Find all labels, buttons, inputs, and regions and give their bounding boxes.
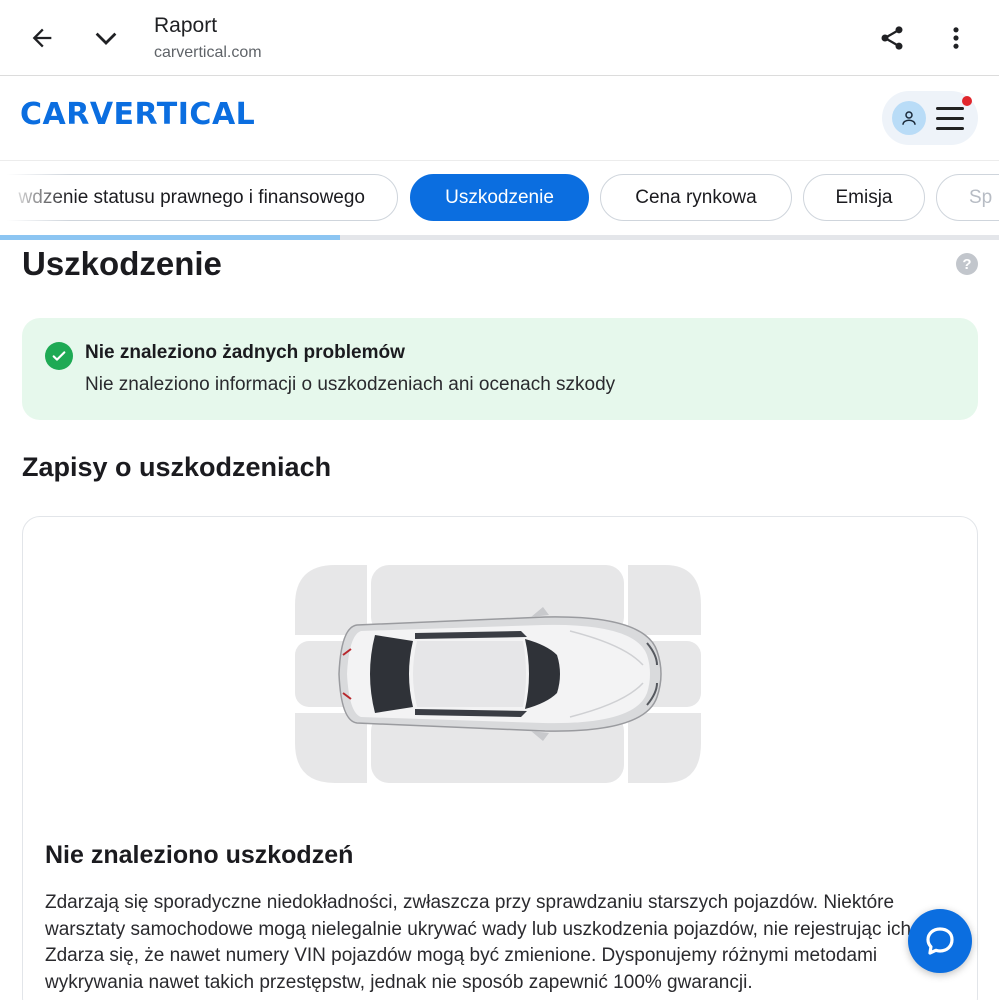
share-icon[interactable] [872,18,912,58]
alert-text: Nie znaleziono informacji o uszkodzeniac… [85,374,616,395]
browser-url[interactable]: carvertical.com [154,44,262,62]
help-icon[interactable]: ? [956,253,978,275]
back-arrow-icon[interactable] [22,18,62,58]
chevron-down-icon[interactable] [86,18,126,58]
scroll-progress-fill [0,235,340,240]
damage-records-card: Nie znaleziono uszkodzeń Zdarzają się sp… [22,516,978,1000]
no-problems-alert: Nie znaleziono żadnych problemów Nie zna… [22,318,978,420]
records-title: Zapisy o uszkodzeniach [22,452,332,482]
section-tabs: wdzenie statusu prawnego i finansowego U… [0,162,999,236]
hamburger-menu-icon[interactable] [936,105,966,131]
browser-toolbar: Raport carvertical.com [0,0,999,76]
more-vert-icon[interactable] [936,18,976,58]
card-text: Zdarzają się sporadyczne niedokładności,… [45,892,917,993]
browser-page-title: Raport [154,14,218,37]
notification-dot [962,96,972,106]
tab-emission[interactable]: Emisja [803,174,925,221]
carvertical-logo[interactable]: CARVERTICAL [20,97,255,132]
chat-bubble-icon [926,927,954,955]
scroll-progress-bar [0,235,999,240]
chat-button[interactable] [908,909,972,973]
card-title: Nie znaleziono uszkodzeń [45,841,354,869]
car-damage-diagram [295,565,701,783]
alert-title: Nie znaleziono żadnych problemów [85,342,405,363]
tab-market-price[interactable]: Cena rynkowa [600,174,792,221]
tab-next[interactable]: Sp [936,174,999,221]
user-icon[interactable] [892,101,926,135]
check-circle-icon [45,342,73,370]
zone-front-left [628,565,701,635]
section-title: Uszkodzenie [22,245,222,282]
car-top-view [338,607,662,741]
tab-damage[interactable]: Uszkodzenie [410,174,589,221]
account-menu-group [882,91,978,145]
tabs-fade [0,162,70,236]
zone-front-right [628,713,701,783]
site-header: CARVERTICAL [0,77,999,161]
